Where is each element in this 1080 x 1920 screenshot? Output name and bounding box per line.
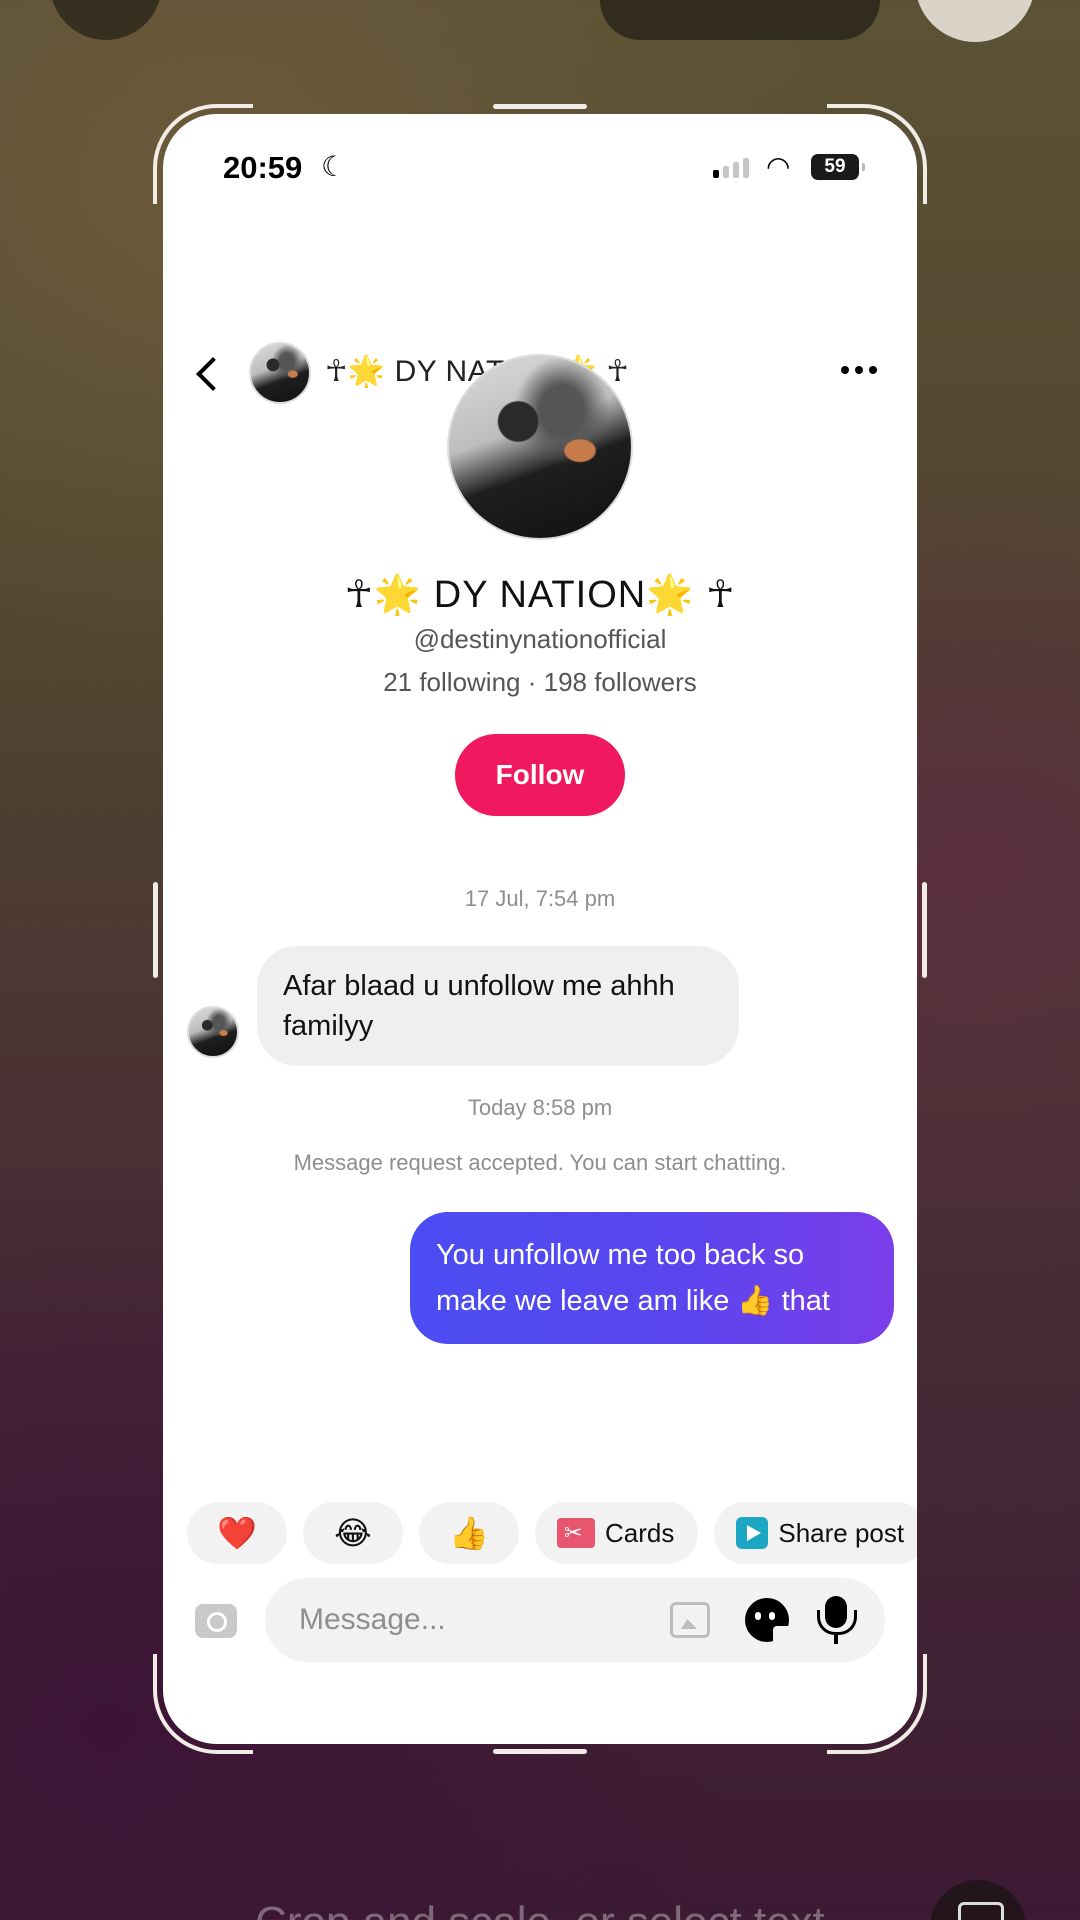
camera-icon[interactable] [195, 1604, 237, 1638]
editor-close-button[interactable]: ✕ [50, 0, 162, 40]
quick-reply-laugh[interactable]: 😂 [303, 1502, 403, 1564]
quick-reply-heart[interactable]: ❤️ [187, 1502, 287, 1564]
timestamp: 17 Jul, 7:54 pm [464, 886, 616, 911]
message-composer [163, 1578, 917, 1664]
back-arrow-icon[interactable] [193, 354, 223, 394]
microphone-icon[interactable] [817, 1596, 857, 1635]
sender-avatar[interactable] [187, 1006, 239, 1058]
share-post-chip[interactable]: Share post [714, 1502, 917, 1564]
incoming-message-bubble[interactable]: Afar blaad u unfollow me ahhh familyy [257, 946, 739, 1066]
text-select-icon[interactable] [930, 1880, 1026, 1920]
crop-handle-bottom[interactable] [493, 1749, 587, 1754]
profile-counts: 21 following · 198 followers [383, 667, 697, 697]
play-icon [736, 1517, 769, 1549]
status-time: 20:59 [223, 150, 303, 185]
chat-screenshot: 20:59 ☾ ◠ 59 ☥🌟 DY NATION🌟 ☥ ☥🌟 DY NATIO… [163, 114, 917, 1744]
signal-icon [713, 158, 749, 178]
message-input[interactable] [299, 1578, 629, 1662]
microphone-stand [834, 1634, 838, 1644]
follow-button[interactable]: Follow [455, 734, 625, 816]
quick-reply-thumbs-up[interactable]: 👍 [419, 1502, 519, 1564]
cards-label: Cards [605, 1517, 675, 1548]
wifi-icon: ◠ [766, 151, 791, 182]
editor-tools-pill[interactable] [600, 0, 880, 40]
timestamp: Today 8:58 pm [467, 1095, 613, 1120]
quick-reply-bar: ❤️ 😂 👍 Cards Share post [187, 1502, 917, 1564]
crop-handle-right[interactable] [922, 882, 927, 978]
system-message: Message request accepted. You can start … [293, 1150, 787, 1175]
cards-chip[interactable]: Cards [535, 1502, 699, 1564]
editor-done-button[interactable] [915, 0, 1035, 42]
battery-icon: 59 [811, 154, 865, 180]
share-post-label: Share post [778, 1517, 905, 1548]
more-icon[interactable] [841, 366, 877, 374]
profile-avatar[interactable] [447, 354, 633, 540]
sticker-icon[interactable] [745, 1598, 791, 1644]
profile-handle: @destinynationofficial [413, 624, 667, 654]
header-avatar[interactable] [249, 342, 311, 404]
status-bar: 20:59 ☾ ◠ 59 [163, 114, 917, 214]
message-field [265, 1578, 885, 1662]
outgoing-message-bubble[interactable]: You unfollow me too back so make we leav… [410, 1212, 894, 1344]
gift-icon [557, 1518, 595, 1548]
gallery-icon[interactable] [670, 1602, 710, 1638]
crop-handle-left[interactable] [153, 882, 158, 978]
profile-name: ☥🌟 DY NATION🌟 ☥ [344, 574, 736, 616]
editor-hint: Crop and scale, or select text [0, 1898, 1080, 1920]
crop-handle-top[interactable] [493, 104, 587, 109]
moon-icon: ☾ [321, 151, 347, 182]
